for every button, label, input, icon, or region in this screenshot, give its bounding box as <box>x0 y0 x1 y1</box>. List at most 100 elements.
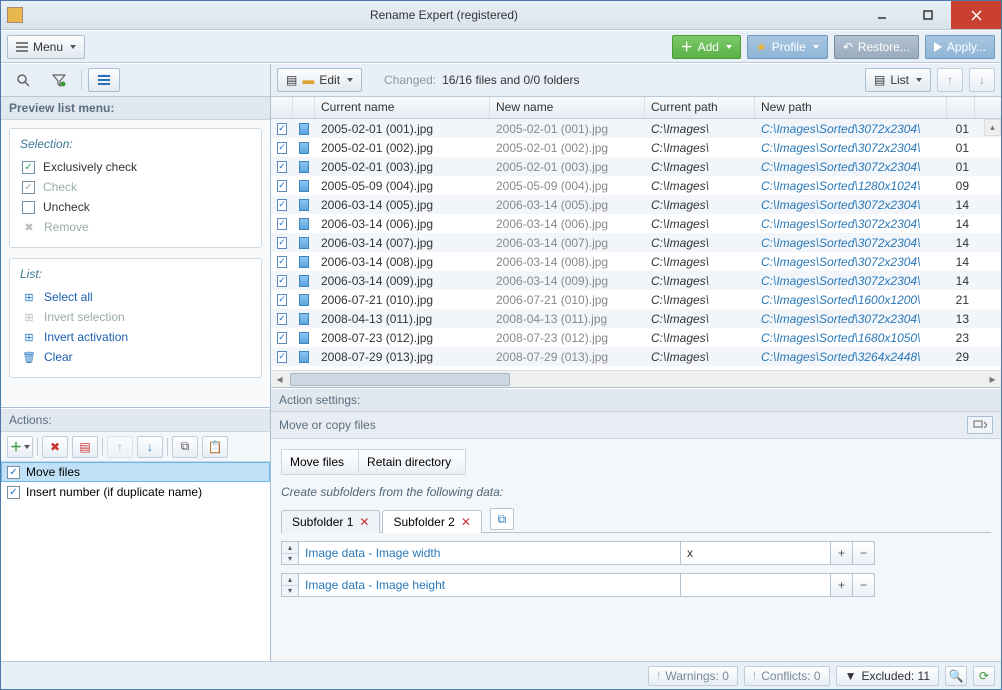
row-checkbox[interactable] <box>277 313 287 325</box>
row-checkbox[interactable] <box>277 218 287 230</box>
clear-item[interactable]: 🗑Clear <box>20 347 251 367</box>
tab-search[interactable] <box>7 68 39 92</box>
separator-field[interactable]: x <box>681 541 831 565</box>
row-checkbox[interactable] <box>277 161 287 173</box>
extra-col: 14 <box>947 198 975 212</box>
maximize-button[interactable] <box>905 1 951 29</box>
table-row[interactable]: 2005-02-01 (002).jpg2005-02-01 (002).jpg… <box>271 138 1001 157</box>
table-row[interactable]: 2006-03-14 (009).jpg2006-03-14 (009).jpg… <box>271 271 1001 290</box>
row-checkbox[interactable] <box>277 123 287 135</box>
add-button[interactable]: ＋ Add <box>672 35 741 59</box>
left-tabs <box>1 64 270 97</box>
add-field-button[interactable]: + <box>831 573 853 597</box>
extra-col: 23 <box>947 331 975 345</box>
action-row[interactable]: Insert number (if duplicate name) <box>1 482 270 503</box>
row-checkbox[interactable] <box>277 275 287 287</box>
scroll-right-icon[interactable]: ▸ <box>984 371 1001 388</box>
h-scrollbar[interactable]: ◂ ▸ <box>271 370 1001 387</box>
table-row[interactable]: 2006-03-14 (005).jpg2006-03-14 (005).jpg… <box>271 195 1001 214</box>
tab-list[interactable] <box>88 68 120 92</box>
move-files-dropdown[interactable]: Move files <box>282 450 359 474</box>
exclusively-check-item[interactable]: Exclusively check <box>20 157 251 177</box>
select-all-item[interactable]: ⊞Select all <box>20 287 251 307</box>
add-field-button[interactable]: + <box>831 541 853 565</box>
table-row[interactable]: 2008-07-29 (013).jpg2008-07-29 (013).jpg… <box>271 347 1001 366</box>
row-checkbox[interactable] <box>277 142 287 154</box>
close-icon[interactable]: ✕ <box>461 515 471 529</box>
minimize-button[interactable] <box>859 1 905 29</box>
check-item[interactable]: Check <box>20 177 251 197</box>
scroll-up-button[interactable]: ▴ <box>984 119 1001 136</box>
warnings-indicator[interactable]: !Warnings: 0 <box>648 666 738 686</box>
row-checkbox[interactable] <box>277 294 287 306</box>
excluded-indicator[interactable]: ▼Excluded: 11 <box>836 666 939 686</box>
move-down-button[interactable]: ↓ <box>137 436 163 458</box>
nav-up-button[interactable]: ↑ <box>937 68 963 92</box>
separator-field[interactable] <box>681 573 831 597</box>
table-row[interactable]: 2008-04-13 (011).jpg2008-04-13 (011).jpg… <box>271 309 1001 328</box>
invert-activation-item[interactable]: ⊞Invert activation <box>20 327 251 347</box>
move-up-button[interactable]: ↑ <box>107 436 133 458</box>
table-row[interactable]: 2005-05-09 (004).jpg2005-05-09 (004).jpg… <box>271 176 1001 195</box>
add-subfolder-button[interactable]: ⧉ <box>490 508 514 530</box>
order-stepper[interactable]: ▴▾ <box>281 541 299 565</box>
remove-field-button[interactable]: − <box>853 541 875 565</box>
tab-filter[interactable] <box>43 68 75 92</box>
action-row[interactable]: Move files <box>1 462 270 482</box>
table-row[interactable]: 2006-07-21 (010).jpg2006-07-21 (010).jpg… <box>271 290 1001 309</box>
panel-mode-button[interactable] <box>967 416 993 434</box>
order-stepper[interactable]: ▴▾ <box>281 573 299 597</box>
menu-button[interactable]: Menu <box>7 35 85 59</box>
col-current-name[interactable]: Current name <box>315 97 490 118</box>
scroll-thumb[interactable] <box>290 373 510 386</box>
subfolder-1-tab[interactable]: Subfolder 1✕ <box>281 510 380 533</box>
nav-down-button[interactable]: ↓ <box>969 68 995 92</box>
conflicts-indicator[interactable]: !Conflicts: 0 <box>744 666 830 686</box>
add-action-button[interactable]: ＋ <box>7 436 33 458</box>
table-row[interactable]: 2006-03-14 (008).jpg2006-03-14 (008).jpg… <box>271 252 1001 271</box>
remove-item[interactable]: ✖Remove <box>20 217 251 237</box>
chevron-down-icon[interactable]: ▾ <box>282 554 298 565</box>
table-row[interactable]: 2005-02-01 (001).jpg2005-02-01 (001).jpg… <box>271 119 1001 138</box>
undo-icon: ↶ <box>843 40 853 54</box>
copy-button[interactable]: ⧉ <box>172 436 198 458</box>
apply-button[interactable]: Apply... <box>925 35 995 59</box>
chevron-down-icon[interactable]: ▾ <box>282 586 298 597</box>
table-row[interactable]: 2011-08-20 (014).jpg2011-08-20 (014).jpg… <box>271 366 1001 370</box>
image-width-field[interactable]: Image data - Image width <box>299 541 681 565</box>
chevron-up-icon[interactable]: ▴ <box>282 574 298 586</box>
row-checkbox[interactable] <box>277 180 287 192</box>
row-checkbox[interactable] <box>277 332 287 344</box>
row-checkbox[interactable] <box>277 370 287 371</box>
chevron-up-icon[interactable]: ▴ <box>282 542 298 554</box>
restore-button[interactable]: ↶ Restore... <box>834 35 919 59</box>
invert-selection-item[interactable]: ⊞Invert selection <box>20 307 251 327</box>
image-height-field[interactable]: Image data - Image height <box>299 573 681 597</box>
scroll-left-icon[interactable]: ◂ <box>271 371 288 388</box>
remove-field-button[interactable]: − <box>853 573 875 597</box>
table-row[interactable]: 2008-07-23 (012).jpg2008-07-23 (012).jpg… <box>271 328 1001 347</box>
profile-button[interactable]: ★ Profile <box>747 35 828 59</box>
col-current-path[interactable]: Current path <box>645 97 755 118</box>
row-checkbox[interactable] <box>277 351 287 363</box>
refresh-button[interactable]: 🔍 <box>945 666 967 686</box>
close-button[interactable] <box>951 1 1001 29</box>
view-list-button[interactable]: ▤ List <box>865 68 931 92</box>
close-icon[interactable]: ✕ <box>359 515 369 529</box>
edit-button[interactable]: ▤ ▬ Edit <box>277 68 362 92</box>
row-checkbox[interactable] <box>277 237 287 249</box>
row-checkbox[interactable] <box>277 199 287 211</box>
col-new-name[interactable]: New name <box>490 97 645 118</box>
table-row[interactable]: 2006-03-14 (006).jpg2006-03-14 (006).jpg… <box>271 214 1001 233</box>
table-row[interactable]: 2006-03-14 (007).jpg2006-03-14 (007).jpg… <box>271 233 1001 252</box>
delete-action-button[interactable]: ✖ <box>42 436 68 458</box>
table-row[interactable]: 2005-02-01 (003).jpg2005-02-01 (003).jpg… <box>271 157 1001 176</box>
paste-button[interactable]: 📋 <box>202 436 228 458</box>
reload-button[interactable]: ⟳ <box>973 666 995 686</box>
subfolder-2-tab[interactable]: Subfolder 2✕ <box>382 510 481 533</box>
retain-directory-dropdown[interactable]: Retain directory <box>359 450 465 474</box>
clear-actions-button[interactable]: ▤ <box>72 436 98 458</box>
col-new-path[interactable]: New path <box>755 97 947 118</box>
uncheck-item[interactable]: Uncheck <box>20 197 251 217</box>
row-checkbox[interactable] <box>277 256 287 268</box>
